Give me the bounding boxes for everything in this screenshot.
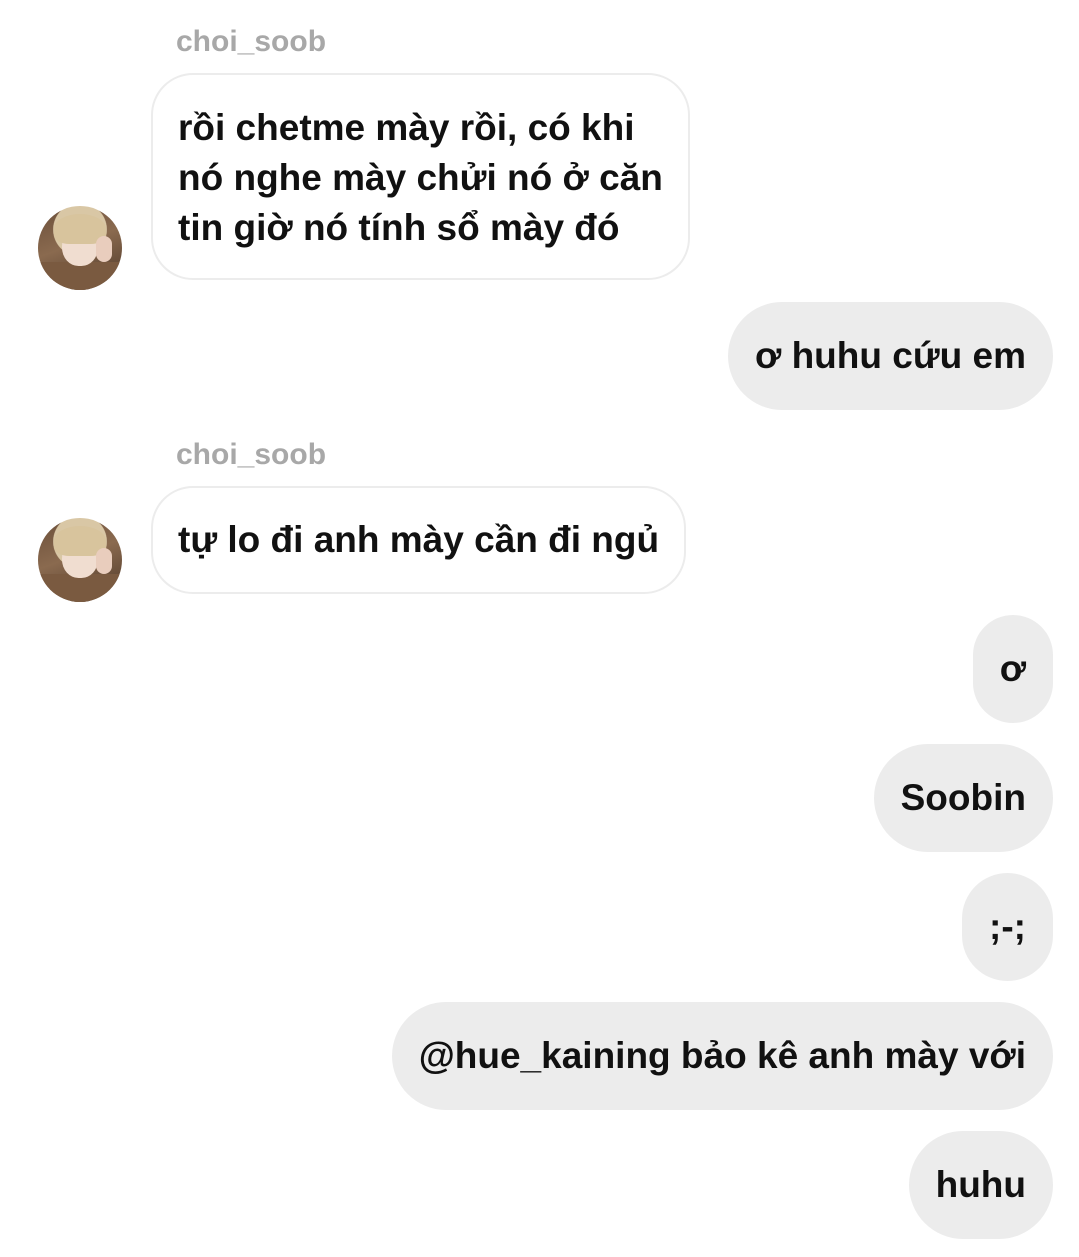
message-text: ;-; bbox=[989, 906, 1026, 947]
outgoing-message-bubble[interactable]: @hue_kaining bảo kê anh mày với bbox=[391, 1002, 1053, 1110]
outgoing-message-bubble[interactable]: Soobin bbox=[873, 744, 1053, 852]
outgoing-message-bubble[interactable]: ơ huhu cứu em bbox=[728, 302, 1053, 410]
message-text: @hue_kaining bảo kê anh mày với bbox=[418, 1035, 1026, 1076]
outgoing-message-bubble[interactable]: ơ bbox=[972, 615, 1053, 723]
message-text-line: tin giờ nó tính sổ mày đó bbox=[178, 207, 620, 248]
message-text-line: nó nghe mày chửi nó ở căn bbox=[178, 157, 663, 198]
message-text: huhu bbox=[935, 1164, 1026, 1205]
sender-username[interactable]: choi_soob bbox=[176, 438, 326, 472]
sender-avatar[interactable] bbox=[38, 206, 122, 290]
message-text: Soobin bbox=[900, 777, 1026, 818]
message-text: ơ huhu cứu em bbox=[755, 335, 1026, 376]
incoming-message-bubble[interactable]: rồi chetme mày rồi, có khi nó nghe mày c… bbox=[151, 73, 690, 280]
incoming-message-bubble[interactable]: tự lo đi anh mày cần đi ngủ bbox=[151, 486, 687, 594]
sender-avatar[interactable] bbox=[38, 518, 122, 602]
outgoing-message-bubble[interactable]: huhu bbox=[908, 1131, 1053, 1239]
sender-username[interactable]: choi_soob bbox=[176, 25, 326, 59]
message-text-line: rồi chetme mày rồi, có khi bbox=[178, 107, 635, 148]
outgoing-message-bubble[interactable]: ;-; bbox=[962, 873, 1053, 981]
message-text: ơ bbox=[999, 648, 1026, 689]
message-text-line: tự lo đi anh mày cần đi ngủ bbox=[178, 519, 660, 560]
chat-thread: choi_soob rồi chetme mày rồi, có khi nó … bbox=[0, 0, 1079, 1257]
